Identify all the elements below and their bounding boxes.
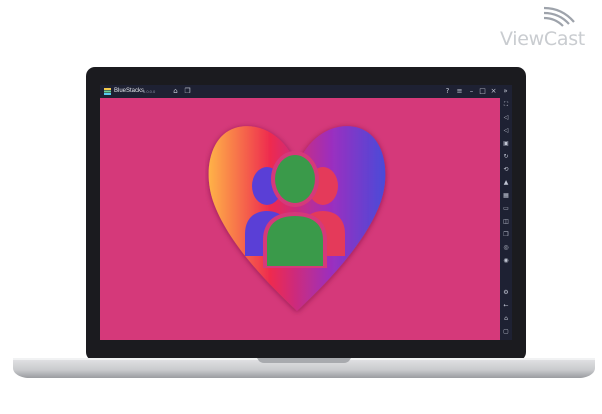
laptop-notch <box>257 358 351 363</box>
app-content <box>100 98 500 340</box>
maximize-icon[interactable]: □ <box>477 86 488 97</box>
multi-instance-icon[interactable]: ❐ <box>182 86 193 97</box>
help-icon[interactable]: ? <box>442 86 453 97</box>
minimize-icon[interactable]: – <box>466 86 477 97</box>
app-version: 5.0.0.0 <box>143 89 156 94</box>
settings-icon[interactable]: ⚙ <box>501 288 511 298</box>
watermark-brand-text: ViewCast <box>500 28 585 50</box>
eco-mode-icon[interactable]: ◎ <box>501 243 511 253</box>
fullscreen-icon[interactable]: ⛶ <box>501 100 511 110</box>
screenshot-icon[interactable]: ▦ <box>501 191 511 201</box>
location-icon[interactable]: ◉ <box>501 256 511 266</box>
collapse-sidebar-icon[interactable]: » <box>500 86 511 97</box>
close-icon[interactable]: × <box>488 86 499 97</box>
rotate-icon[interactable]: ↻ <box>501 152 511 162</box>
signal-waves-icon <box>543 6 575 27</box>
folder-icon[interactable]: ▭ <box>501 204 511 214</box>
shake-icon[interactable]: ⟲ <box>501 165 511 175</box>
bluestacks-logo-icon <box>104 88 111 95</box>
screen-record-icon[interactable]: ▣ <box>501 139 511 149</box>
recent-apps-icon[interactable]: ▢ <box>501 327 511 337</box>
menu-icon[interactable]: ≡ <box>454 86 465 97</box>
title-bar: BlueStacks 5.0.0.0 ⌂ ❐ ? ≡ – □ × » <box>100 85 512 98</box>
home-icon[interactable]: ⌂ <box>501 314 511 324</box>
back-icon[interactable]: ← <box>501 301 511 311</box>
right-toolbar: ⛶ ◁ ◁ ▣ ↻ ⟲ ▲ ▦ ▭ ◫ ❐ ◎ ◉ ⚙ ← ⌂ ▢ <box>500 98 512 340</box>
laptop-base <box>13 358 595 378</box>
volume-up-icon[interactable]: ◁ <box>501 113 511 123</box>
install-apk-icon[interactable]: ▲ <box>501 178 511 188</box>
multi-instance-icon[interactable]: ❐ <box>501 230 511 240</box>
app-name: BlueStacks <box>114 88 145 94</box>
macro-icon[interactable]: ◫ <box>501 217 511 227</box>
viewcast-watermark: ViewCast <box>498 6 598 52</box>
bluestacks-window: BlueStacks 5.0.0.0 ⌂ ❐ ? ≡ – □ × » ⛶ ◁ ◁… <box>100 85 512 340</box>
volume-down-icon[interactable]: ◁ <box>501 126 511 136</box>
heart-with-users-logo <box>208 126 386 311</box>
home-icon[interactable]: ⌂ <box>170 86 181 97</box>
